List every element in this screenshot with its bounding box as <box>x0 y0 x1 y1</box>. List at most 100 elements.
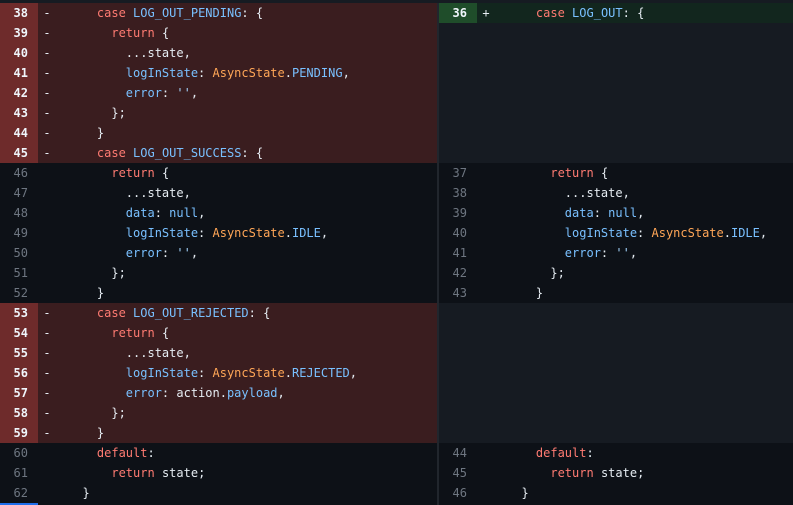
line-number[interactable]: 59 <box>0 423 38 443</box>
code-token: LOG_OUT <box>572 6 623 20</box>
code-token: }; <box>68 106 126 120</box>
line-number[interactable]: 56 <box>0 363 38 383</box>
code-token: : { <box>622 6 645 20</box>
code-token: : <box>198 226 213 240</box>
line-number[interactable]: 49 <box>0 223 38 243</box>
diff-marker <box>477 403 493 423</box>
diff-marker <box>38 163 54 183</box>
code-line: } <box>54 283 437 303</box>
code-line: data: null, <box>493 203 793 223</box>
diff-line-left-ctx: 61 return state; <box>0 463 437 483</box>
line-number[interactable]: 50 <box>0 243 38 263</box>
diff-line-right-ctx: 38 ...state, <box>439 183 793 203</box>
diff-marker <box>477 263 493 283</box>
diff-marker <box>38 223 54 243</box>
code-token: , <box>637 206 645 220</box>
line-number[interactable]: 55 <box>0 343 38 363</box>
line-number[interactable]: 45 <box>439 463 477 483</box>
line-number[interactable]: 47 <box>0 183 38 203</box>
code-token: IDLE <box>291 226 321 240</box>
code-line: return state; <box>493 463 793 483</box>
diff-marker <box>477 163 493 183</box>
diff-line-right-empty <box>439 403 793 423</box>
line-number[interactable]: 41 <box>439 243 477 263</box>
line-number <box>439 123 477 143</box>
line-number[interactable]: 61 <box>0 463 38 483</box>
diff-marker <box>38 263 54 283</box>
code-token: data <box>125 206 155 220</box>
code-token: data <box>564 206 594 220</box>
diff-line-left-del: 40- ...state, <box>0 43 437 63</box>
line-number[interactable]: 52 <box>0 283 38 303</box>
diff-line-left-del: 44- } <box>0 123 437 143</box>
line-number[interactable]: 44 <box>439 443 477 463</box>
line-number[interactable]: 38 <box>0 3 38 23</box>
line-number[interactable]: 42 <box>439 263 477 283</box>
diff-marker <box>38 463 54 483</box>
deletion-marker: - <box>43 66 51 80</box>
code-token: case <box>96 6 126 20</box>
line-number[interactable]: 46 <box>439 483 477 503</box>
diff-line-right-empty <box>439 103 793 123</box>
line-number[interactable]: 38 <box>439 183 477 203</box>
code-token: error <box>125 246 162 260</box>
diff-marker <box>477 323 493 343</box>
line-number[interactable]: 42 <box>0 83 38 103</box>
code-token: }; <box>507 266 565 280</box>
code-line: ...state, <box>493 183 793 203</box>
line-number[interactable]: 43 <box>0 103 38 123</box>
line-number[interactable]: 48 <box>0 203 38 223</box>
line-number[interactable]: 40 <box>0 43 38 63</box>
diff-line-right-empty <box>439 123 793 143</box>
diff-marker <box>477 463 493 483</box>
line-number[interactable]: 57 <box>0 383 38 403</box>
code-token: : action. <box>161 386 227 400</box>
line-number[interactable]: 58 <box>0 403 38 423</box>
line-number[interactable]: 62 <box>0 483 38 503</box>
code-token: AsyncState <box>212 366 285 380</box>
line-number[interactable]: 41 <box>0 63 38 83</box>
line-number[interactable]: 51 <box>0 263 38 283</box>
code-line: default: <box>493 443 793 463</box>
line-number[interactable]: 37 <box>439 163 477 183</box>
code-line: return { <box>54 23 437 43</box>
line-number[interactable]: 43 <box>439 283 477 303</box>
line-number[interactable]: 46 <box>0 163 38 183</box>
deletion-marker: - <box>43 26 51 40</box>
diff-marker <box>477 443 493 463</box>
code-token: error <box>125 86 162 100</box>
line-number[interactable]: 54 <box>0 323 38 343</box>
line-number[interactable]: 45 <box>0 143 38 163</box>
code-token: AsyncState <box>212 226 285 240</box>
line-number[interactable]: 60 <box>0 443 38 463</box>
code-token: , <box>759 226 768 240</box>
line-number[interactable]: 36 <box>439 3 477 23</box>
line-number[interactable]: 53 <box>0 303 38 323</box>
diff-line-right-ctx: 43 } <box>439 283 793 303</box>
code-token: , <box>190 86 199 100</box>
line-number[interactable]: 40 <box>439 223 477 243</box>
line-number[interactable]: 44 <box>0 123 38 143</box>
diff-line-right-ctx: 44 default: <box>439 443 793 463</box>
line-number[interactable]: 39 <box>0 23 38 43</box>
code-token: PENDING <box>291 66 343 80</box>
line-number[interactable]: 39 <box>439 203 477 223</box>
code-token: { <box>154 326 170 340</box>
diff-line-left-ctx: 49 logInState: AsyncState.IDLE, <box>0 223 437 243</box>
diff-line-left-del: 41- logInState: AsyncState.PENDING, <box>0 63 437 83</box>
